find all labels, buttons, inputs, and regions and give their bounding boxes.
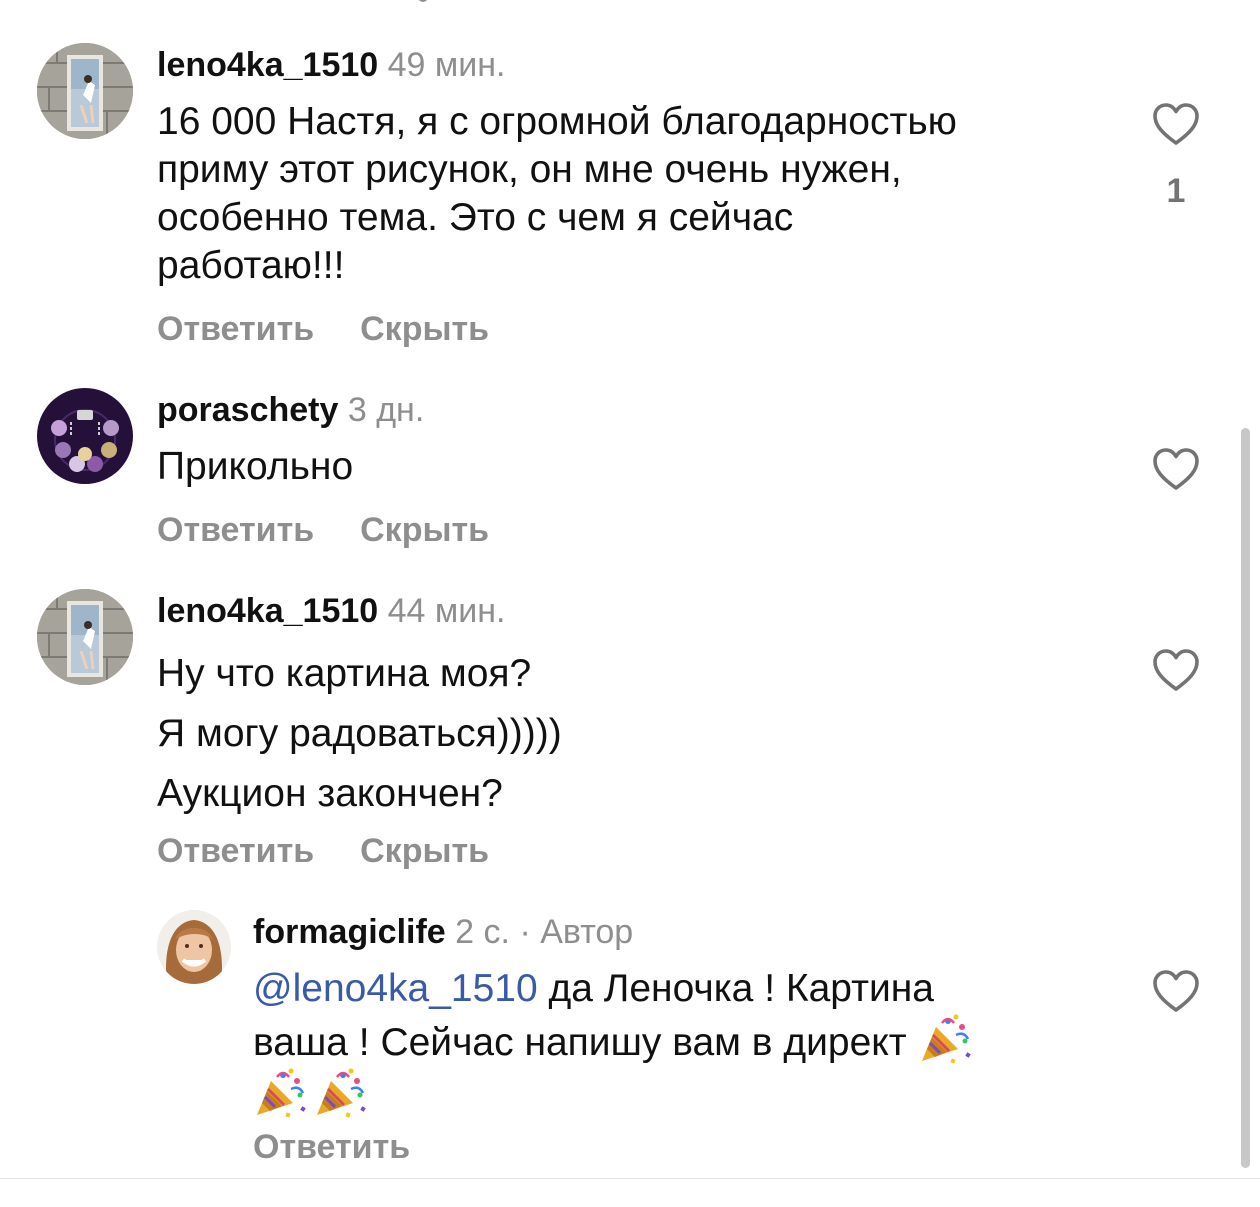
reply-button[interactable]: Ответить <box>157 511 314 549</box>
heart-icon[interactable] <box>1152 102 1200 146</box>
comment-actions: Ответить Скрыть <box>157 832 535 871</box>
comment-text-line: Ну что картина моя? <box>157 652 532 695</box>
party-popper-icon <box>313 1067 367 1119</box>
comment-header: formagiclife 2 с. · Автор <box>253 912 633 952</box>
comment-text-line: 16 000 Настя, я с огромной благодарность… <box>157 100 957 143</box>
timestamp: 3 дн. <box>347 391 425 429</box>
comment-header: leno4ka_1510 49 мин. <box>157 45 505 85</box>
comment-text: @leno4ka_1510 да Леночка ! Картина ваша … <box>253 965 1133 1121</box>
comment-text: Ну что картина моя? Я могу радоваться)))… <box>157 644 562 824</box>
avatar[interactable] <box>37 589 133 685</box>
reply-button[interactable]: Ответить <box>253 1128 410 1166</box>
comment-text-line: Прикольно <box>157 445 354 488</box>
comment-text: 16 000 Настя, я с огромной благодарность… <box>157 98 957 290</box>
comment-text-line: приму этот рисунок, он мне очень нужен, <box>157 148 902 191</box>
hide-button[interactable]: Скрыть <box>360 832 489 870</box>
username[interactable]: leno4ka_1510 <box>157 592 378 630</box>
party-popper-icon <box>253 1067 307 1119</box>
comment-text-line: ваша ! Сейчас напишу вам в директ <box>253 1013 1133 1067</box>
reply-button[interactable]: Ответить <box>157 832 314 870</box>
hide-button[interactable]: Скрыть <box>360 511 489 549</box>
comments-screen: leno4ka_1510 49 мин. 16 000 Настя, я с о… <box>0 0 1260 1207</box>
mention-link[interactable]: @leno4ka_1510 <box>253 967 538 1010</box>
comment-actions: Ответить <box>253 1128 456 1167</box>
author-label: · Автор <box>519 913 634 951</box>
comment-text-line: Аукцион закончен? <box>157 772 503 815</box>
party-popper-icon <box>918 1013 972 1065</box>
username[interactable]: leno4ka_1510 <box>157 46 378 84</box>
previous-comment-fragment <box>418 0 428 2</box>
like-count[interactable]: 1 <box>1152 172 1200 211</box>
comment-actions: Ответить Скрыть <box>157 310 535 349</box>
divider <box>0 1178 1260 1179</box>
comment-header: leno4ka_1510 44 мин. <box>157 591 505 631</box>
comment-header: poraschety 3 дн. <box>157 390 424 430</box>
username[interactable]: poraschety <box>157 391 338 429</box>
timestamp: 2 с. <box>455 913 510 951</box>
comment-text-line: работаю!!! <box>157 244 345 287</box>
comment-actions: Ответить Скрыть <box>157 511 535 550</box>
timestamp: 44 мин. <box>387 592 506 630</box>
heart-icon[interactable] <box>1152 447 1200 491</box>
username[interactable]: formagiclife <box>253 913 446 951</box>
comment-text-line <box>253 1067 1133 1121</box>
avatar[interactable] <box>37 43 133 139</box>
reply-text-part: да Леночка ! Картина <box>537 967 934 1010</box>
heart-icon[interactable] <box>1152 648 1200 692</box>
reply-text-part: ваша ! Сейчас напишу вам в директ <box>253 1021 918 1064</box>
comment-text: Прикольно <box>157 443 353 491</box>
comment-text-line: Я могу радоваться))))) <box>157 712 562 755</box>
reply-button[interactable]: Ответить <box>157 310 314 348</box>
comment-text-line: особенно тема. Это с чем я сейчас <box>157 196 794 239</box>
hide-button[interactable]: Скрыть <box>360 310 489 348</box>
comment-text-line: @leno4ka_1510 да Леночка ! Картина <box>253 965 1133 1013</box>
heart-icon[interactable] <box>1152 969 1200 1013</box>
scrollbar[interactable] <box>1241 428 1250 1168</box>
timestamp: 49 мин. <box>387 46 506 84</box>
avatar[interactable] <box>37 388 133 484</box>
avatar[interactable] <box>157 910 231 984</box>
